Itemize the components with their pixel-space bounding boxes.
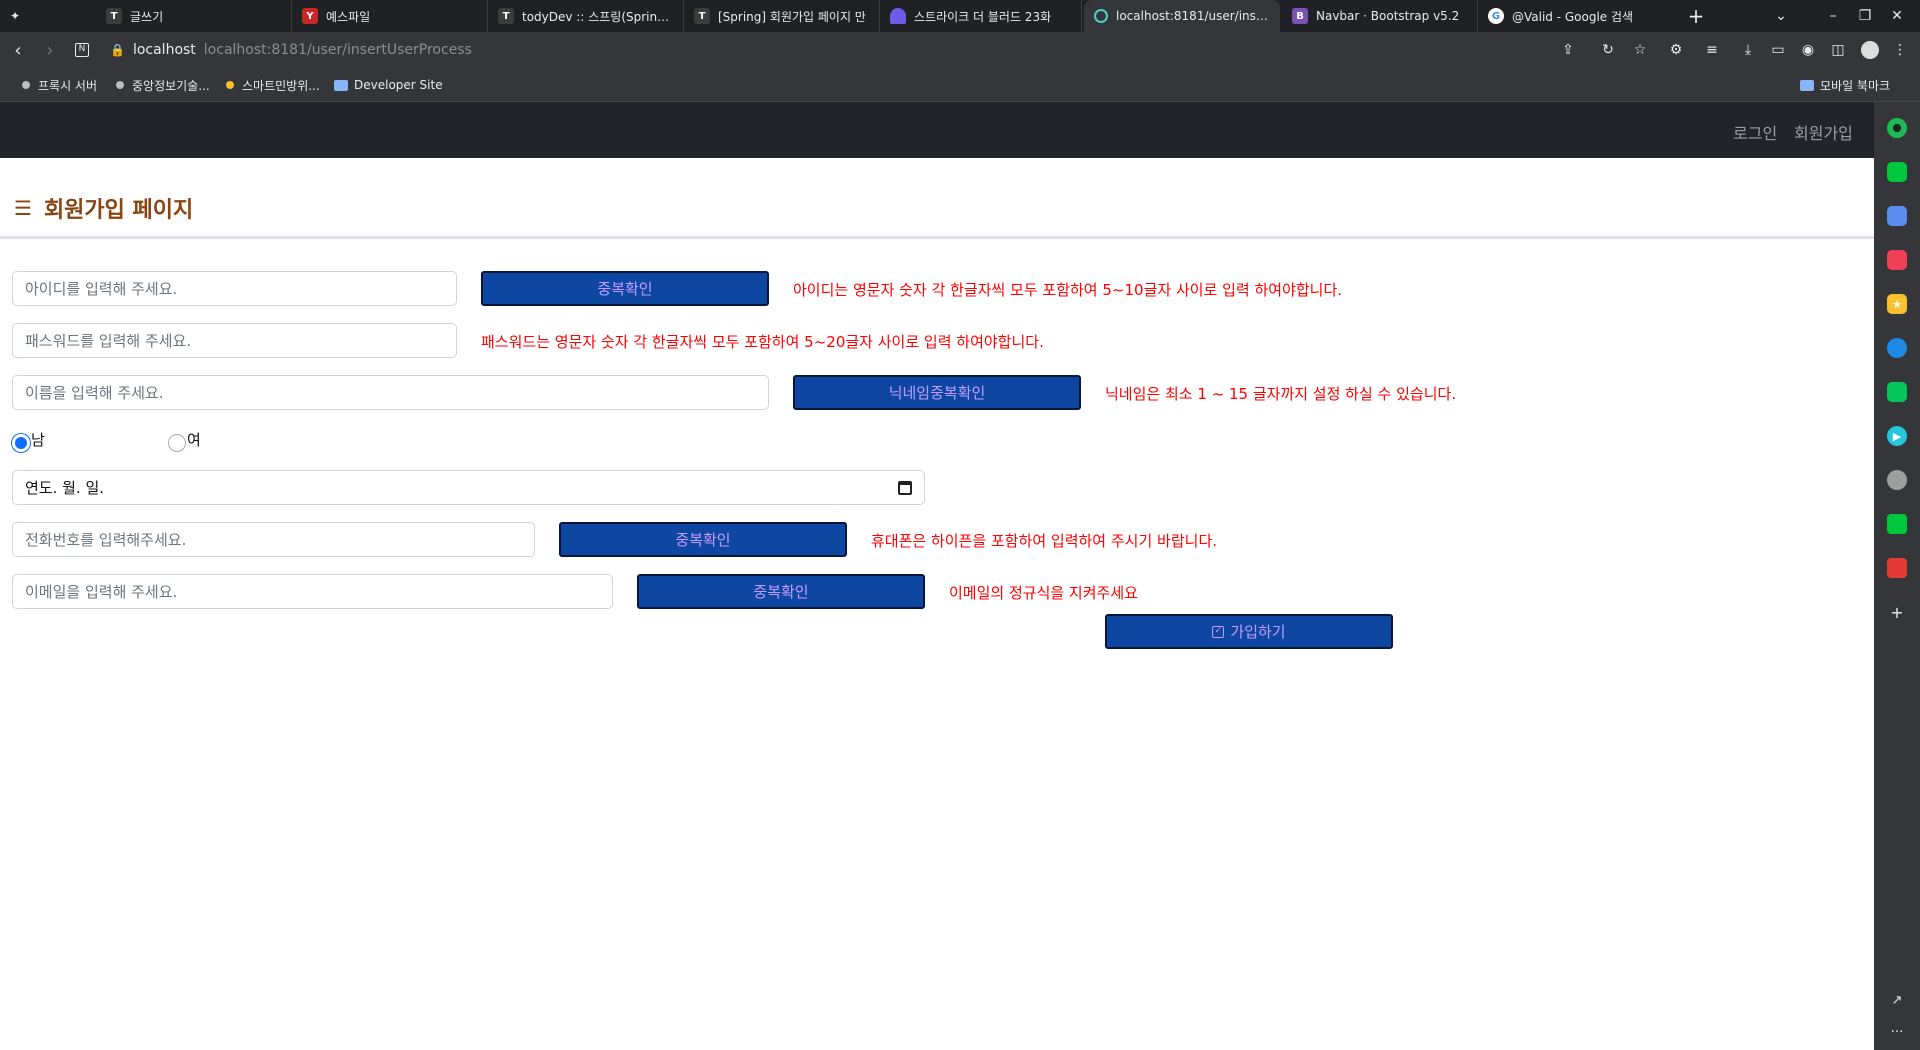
browser-toolbar: ‹ › N 🔒 localhost localhost:8181/user/in… bbox=[0, 32, 1920, 68]
bookmark-dot-icon bbox=[226, 81, 234, 89]
gender-male-label: 남 bbox=[31, 431, 45, 449]
tab-search-icon[interactable]: ⌄ bbox=[1758, 0, 1804, 32]
naver-icon[interactable] bbox=[1887, 382, 1907, 402]
talk-icon[interactable] bbox=[1887, 162, 1907, 182]
map-icon[interactable] bbox=[1887, 338, 1907, 358]
address-bar[interactable]: 🔒 localhost localhost:8181/user/insertUs… bbox=[110, 36, 1510, 64]
browser-tab-bar: ✦ T 글쓰기 Y 예스파일 T todyDev :: 스프링(Spring) … bbox=[0, 0, 1920, 32]
phone-check-button[interactable]: 중복확인 bbox=[559, 522, 847, 557]
bookmark-1[interactable]: 중앙정보기술... bbox=[116, 76, 210, 94]
playlist-icon[interactable]: ≡ bbox=[1702, 40, 1722, 60]
id-input[interactable] bbox=[12, 271, 457, 306]
folder-icon bbox=[334, 79, 348, 91]
folder-icon bbox=[1800, 79, 1814, 91]
gender-male-radio[interactable] bbox=[12, 434, 30, 452]
loading-icon bbox=[1094, 9, 1108, 23]
page-title: ☰ 회원가입 페이지 bbox=[14, 196, 194, 223]
reload-icon[interactable]: ↻ bbox=[1598, 40, 1618, 60]
nav-login-link[interactable]: 로그인 bbox=[1733, 120, 1777, 144]
nickname-validation-message: 닉네임은 최소 1 ~ 15 글자까지 설정 하실 수 있습니다. bbox=[1105, 385, 1457, 403]
tab-twitter-icon[interactable]: ✦ bbox=[0, 0, 40, 32]
bookmark-dot-icon bbox=[116, 81, 124, 89]
tab-7[interactable]: G @Valid - Google 검색 bbox=[1478, 0, 1674, 32]
tab-5-active[interactable]: localhost:8181/user/insertUs bbox=[1084, 0, 1280, 32]
password-input[interactable] bbox=[12, 323, 457, 358]
navbar: 로그인 회원가입 bbox=[0, 102, 1874, 158]
download-icon[interactable]: ⤓ bbox=[1738, 40, 1758, 60]
email-check-button[interactable]: 중복확인 bbox=[637, 574, 925, 609]
tab-0[interactable]: T 글쓰기 bbox=[96, 0, 292, 32]
briefcase-icon[interactable] bbox=[1887, 206, 1907, 226]
close-window-button[interactable]: ✕ bbox=[1874, 0, 1920, 32]
phone-validation-message: 휴대폰은 하이픈을 포함하여 입력하여 주시기 바랍니다. bbox=[871, 532, 1218, 550]
mobile-bookmarks[interactable]: 모바일 북마크 bbox=[1800, 76, 1890, 94]
add-panel-icon[interactable]: + bbox=[1887, 602, 1907, 622]
tab-6[interactable]: B Navbar · Bootstrap v5.2 bbox=[1282, 0, 1478, 32]
gender-female-label: 여 bbox=[187, 431, 201, 449]
nav-signup-link[interactable]: 회원가입 bbox=[1794, 120, 1853, 144]
play-icon[interactable]: ▶ bbox=[1887, 426, 1907, 446]
star-icon[interactable]: ★ bbox=[1887, 294, 1907, 314]
lock-icon: 🔒 bbox=[110, 43, 125, 57]
bootstrap-icon: B bbox=[1292, 8, 1308, 24]
gender-female-radio[interactable] bbox=[168, 434, 186, 452]
phone-input[interactable] bbox=[12, 522, 535, 557]
home-icon[interactable]: N bbox=[70, 38, 94, 62]
web-page: 로그인 회원가입 ☰ 회원가입 페이지 중복확인 아이디는 영문자 숫자 각 한… bbox=[0, 102, 1874, 1050]
id-validation-message: 아이디는 영문자 숫자 각 한글자씩 모두 포함하여 5~10글자 사이로 입력… bbox=[793, 281, 1343, 299]
check-square-icon: ✓ bbox=[1212, 625, 1225, 638]
now-icon[interactable] bbox=[1887, 558, 1907, 578]
browser-side-panel: ★ ▶ + ↗ … bbox=[1874, 102, 1920, 1050]
tab-1[interactable]: Y 예스파일 bbox=[292, 0, 488, 32]
more-menu-icon[interactable]: ⋮ bbox=[1890, 40, 1910, 60]
owl-icon[interactable] bbox=[1887, 470, 1907, 490]
bookmark-0[interactable]: 프록시 서버 bbox=[22, 76, 97, 94]
back-button[interactable]: ‹ bbox=[6, 38, 30, 62]
pocket-icon[interactable] bbox=[1887, 250, 1907, 270]
new-tab-button[interactable]: + bbox=[1684, 4, 1708, 28]
id-check-button[interactable]: 중복확인 bbox=[481, 271, 769, 306]
more-icon[interactable]: … bbox=[1887, 1018, 1907, 1038]
extensions-icon[interactable]: ⚙ bbox=[1666, 40, 1686, 60]
divider bbox=[0, 236, 1874, 239]
bookmarks-bar: 프록시 서버 중앙정보기술... 스마트민방위... Developer Sit… bbox=[0, 68, 1920, 102]
password-validation-message: 패스워드는 영문자 숫자 각 한글자씩 모두 포함하여 5~20글자 사이로 입… bbox=[481, 333, 1044, 351]
tab-3[interactable]: T [Spring] 회원가입 페이지 만 bbox=[684, 0, 880, 32]
bird-icon: ✦ bbox=[10, 9, 21, 23]
spotify-icon[interactable] bbox=[1887, 118, 1907, 138]
tab-icon[interactable]: ▭ bbox=[1768, 40, 1788, 60]
cloud-icon bbox=[890, 8, 906, 24]
bookmark-3[interactable]: Developer Site bbox=[334, 76, 443, 94]
google-icon: G bbox=[1488, 8, 1504, 24]
split-view-icon[interactable]: ◫ bbox=[1828, 40, 1848, 60]
bookmark-dot-icon bbox=[22, 81, 30, 89]
email-validation-message: 이메일의 정규식을 지켜주세요 bbox=[949, 584, 1138, 602]
nickname-check-button[interactable]: 닉네임중복확인 bbox=[793, 375, 1081, 410]
email-input[interactable] bbox=[12, 574, 613, 609]
bookmark-2[interactable]: 스마트민방위... bbox=[226, 76, 320, 94]
tistory-icon: T bbox=[106, 8, 122, 24]
yesfile-icon: Y bbox=[302, 8, 318, 24]
tistory-icon: T bbox=[694, 8, 710, 24]
profile-avatar[interactable] bbox=[1860, 40, 1880, 60]
list-icon: ☰ bbox=[14, 196, 32, 220]
capture-icon[interactable]: ◉ bbox=[1798, 40, 1818, 60]
calendar-icon[interactable] bbox=[898, 480, 912, 495]
name-input[interactable] bbox=[12, 375, 769, 410]
external-link-icon[interactable]: ↗ bbox=[1887, 990, 1907, 1010]
tab-2[interactable]: T todyDev :: 스프링(Spring) 게 bbox=[488, 0, 684, 32]
birthdate-input[interactable]: 연도. 월. 일. bbox=[12, 470, 925, 505]
signup-submit-button[interactable]: ✓ 가입하기 bbox=[1105, 614, 1393, 649]
tab-4[interactable]: 스트라이크 더 블러드 23화 bbox=[880, 0, 1082, 32]
share-icon[interactable]: ⇪ bbox=[1558, 40, 1578, 60]
favorite-icon[interactable]: ☆ bbox=[1630, 40, 1650, 60]
webtoon-icon[interactable] bbox=[1887, 514, 1907, 534]
forward-button[interactable]: › bbox=[38, 38, 62, 62]
tistory-icon: T bbox=[498, 8, 514, 24]
